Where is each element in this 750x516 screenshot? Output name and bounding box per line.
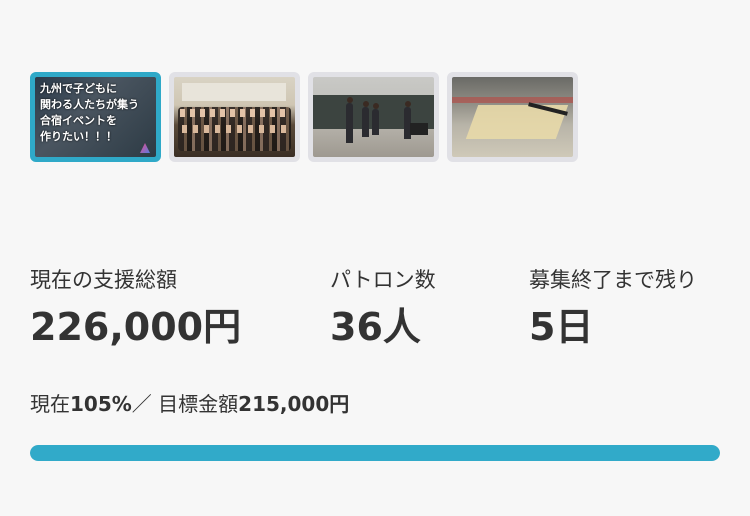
title-card-image: 九州で子どもに 関わる人たちが集う 合宿イベントを 作りたい！！！ xyxy=(35,77,156,157)
days-remaining-value: 5日 xyxy=(529,305,594,349)
paper-on-table-image xyxy=(452,77,573,157)
total-support-label: 現在の支援総額 xyxy=(30,268,177,292)
stat-days-remaining: 募集終了まで残り 5日 xyxy=(529,264,697,352)
thumbnail-title-card[interactable]: 九州で子どもに 関わる人たちが集う 合宿イベントを 作りたい！！！ xyxy=(30,72,161,162)
funding-stats: 現在の支援総額 226,000円 パトロン数 36人 募集終了まで残り 5日 xyxy=(30,264,720,354)
patrons-label: パトロン数 xyxy=(330,268,436,292)
stat-patrons: パトロン数 36人 xyxy=(330,264,436,352)
progress-percent: 105% xyxy=(70,392,132,416)
thumbnail-paper-on-table[interactable] xyxy=(447,72,578,162)
progress-summary: 現在105%／ 目標金額215,000円 xyxy=(30,390,349,418)
patrons-value: 36人 xyxy=(330,305,421,349)
title-card-caption: 九州で子どもに 関わる人たちが集う 合宿イベントを 作りたい！！！ xyxy=(40,82,139,143)
progress-bar-fill xyxy=(30,445,720,461)
stat-total-support: 現在の支援総額 226,000円 xyxy=(30,264,241,352)
thumbnail-dance-practice[interactable] xyxy=(308,72,439,162)
group-photo-image xyxy=(174,77,295,157)
thumbnail-gallery: 九州で子どもに 関わる人たちが集う 合宿イベントを 作りたい！！！ xyxy=(30,72,578,162)
progress-goal-label: ／ 目標金額 xyxy=(131,392,239,416)
progress-goal-amount: 215,000円 xyxy=(238,392,350,416)
progress-current-prefix: 現在 xyxy=(30,392,70,416)
days-remaining-label: 募集終了まで残り xyxy=(529,268,697,292)
dance-practice-image xyxy=(313,77,434,157)
thumbnail-group-photo[interactable] xyxy=(169,72,300,162)
progress-bar xyxy=(30,445,720,461)
total-support-value: 226,000円 xyxy=(30,305,242,349)
